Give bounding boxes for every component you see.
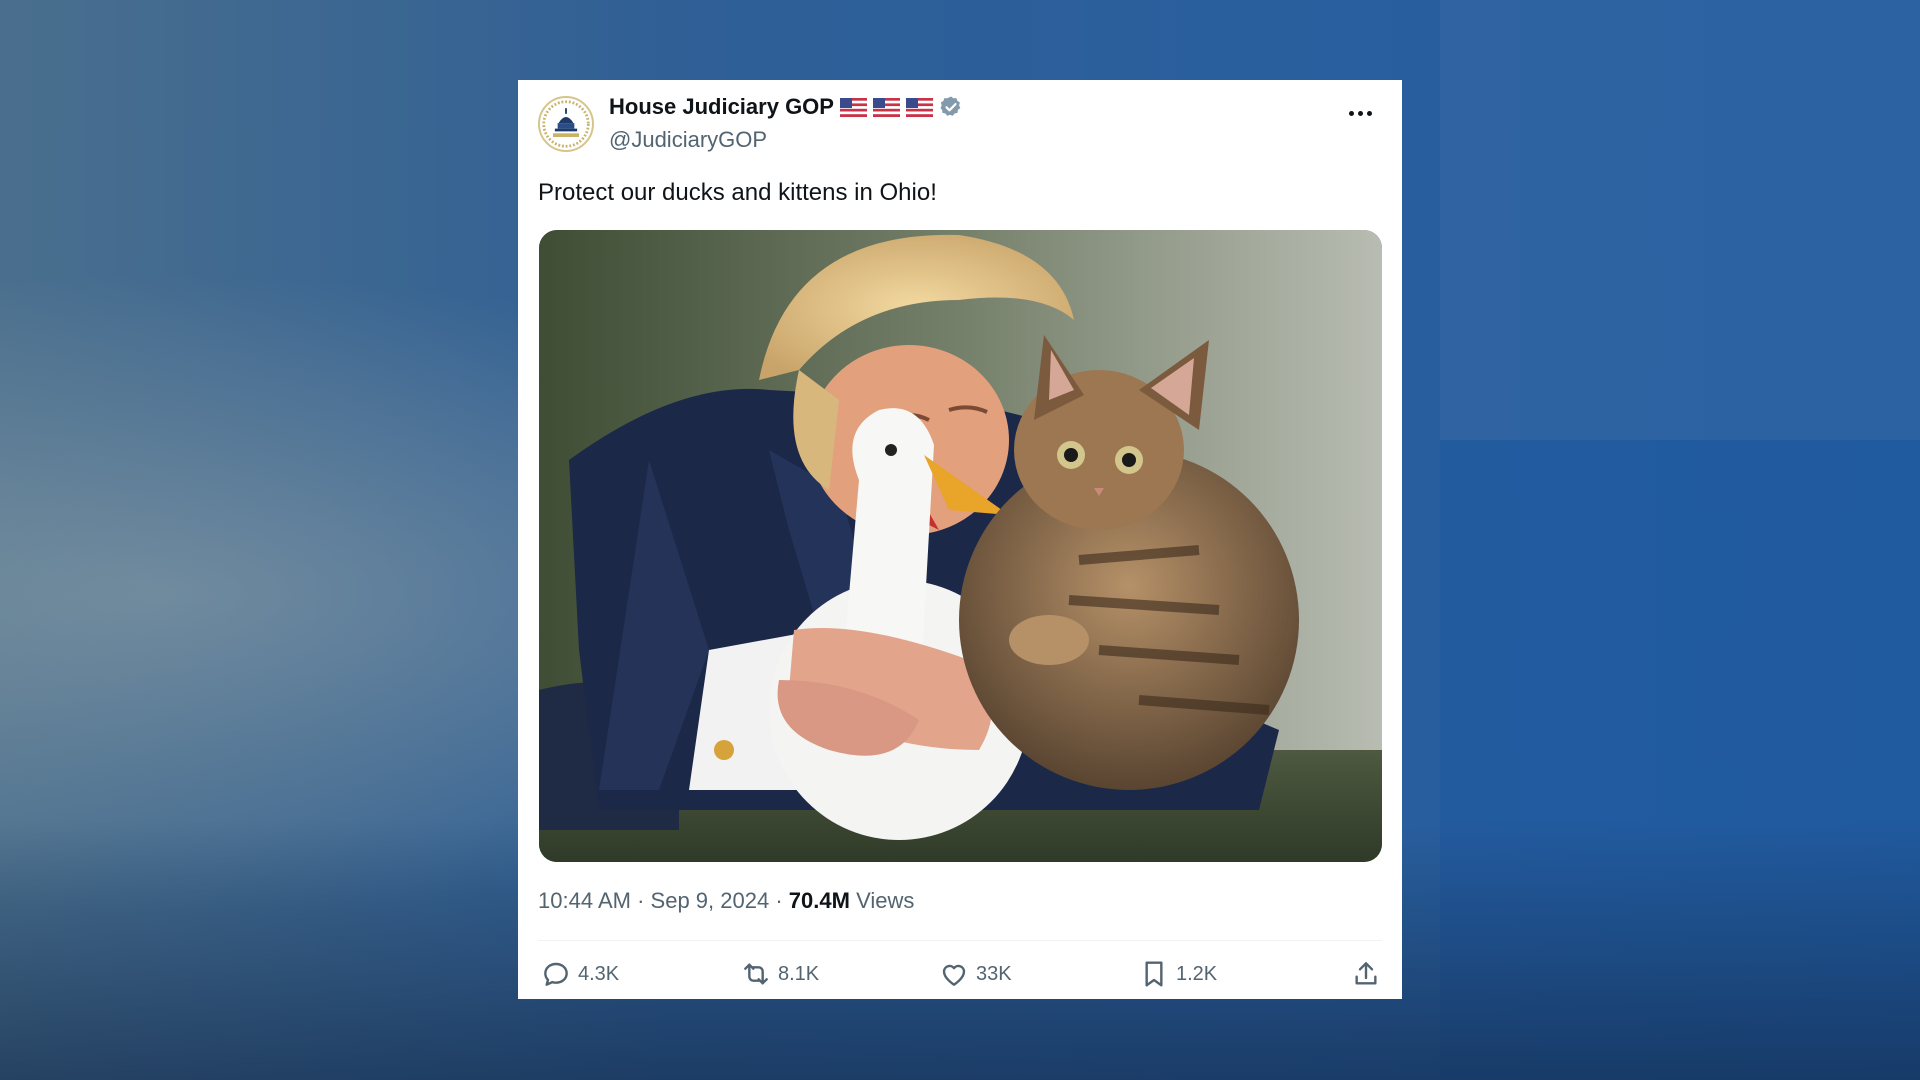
- share-button[interactable]: [1350, 958, 1382, 990]
- post-image[interactable]: [539, 230, 1382, 862]
- post-timestamp-views: 10:44 AM · Sep 9, 2024 · 70.4M Views: [538, 888, 914, 914]
- post-time[interactable]: 10:44 AM: [538, 888, 631, 913]
- author-name-row: House Judiciary GOP: [609, 94, 963, 120]
- views-label: Views: [856, 888, 915, 913]
- views-count: 70.4M: [788, 888, 850, 913]
- bookmark-count: 1.2K: [1176, 962, 1218, 985]
- us-flag-icon: [905, 97, 933, 117]
- post-date[interactable]: Sep 9, 2024: [651, 888, 770, 913]
- bookmark-icon: [1145, 961, 1163, 987]
- post-card: House Judiciary GOP @JudiciaryGOP Protec…: [518, 80, 1402, 999]
- more-options-button[interactable]: [1340, 98, 1380, 128]
- background-panel: [1440, 0, 1920, 440]
- share-icon: [1355, 962, 1377, 985]
- repost-button[interactable]: 8.1K: [740, 958, 819, 990]
- capitol-seal-icon: [542, 100, 590, 148]
- action-bar: 4.3K 8.1K 33K 1.2K: [538, 958, 1382, 994]
- reply-icon: [544, 962, 568, 986]
- reply-button[interactable]: 4.3K: [540, 958, 619, 990]
- bookmark-button[interactable]: 1.2K: [1138, 958, 1217, 990]
- us-flag-icon: [872, 97, 900, 117]
- author-avatar[interactable]: [538, 96, 594, 152]
- reply-count: 4.3K: [578, 962, 620, 985]
- more-dot-icon: [1348, 110, 1354, 116]
- author-name[interactable]: House Judiciary GOP: [609, 94, 834, 120]
- repost-icon: [744, 963, 768, 985]
- author-handle[interactable]: @JudiciaryGOP: [609, 127, 767, 153]
- more-dot-icon: [1357, 110, 1363, 116]
- more-dot-icon: [1366, 110, 1372, 116]
- separator: ·: [775, 888, 783, 913]
- verified-badge-icon: [940, 96, 961, 116]
- us-flag-icon: [839, 97, 867, 117]
- separator: ·: [637, 888, 645, 913]
- heart-icon: [942, 964, 966, 986]
- like-button[interactable]: 33K: [938, 958, 1012, 990]
- repost-count: 8.1K: [778, 962, 820, 985]
- post-text: Protect our ducks and kittens in Ohio!: [538, 179, 937, 206]
- post-image-illustration: [539, 230, 1382, 862]
- like-count: 33K: [976, 962, 1012, 985]
- divider: [538, 940, 1382, 941]
